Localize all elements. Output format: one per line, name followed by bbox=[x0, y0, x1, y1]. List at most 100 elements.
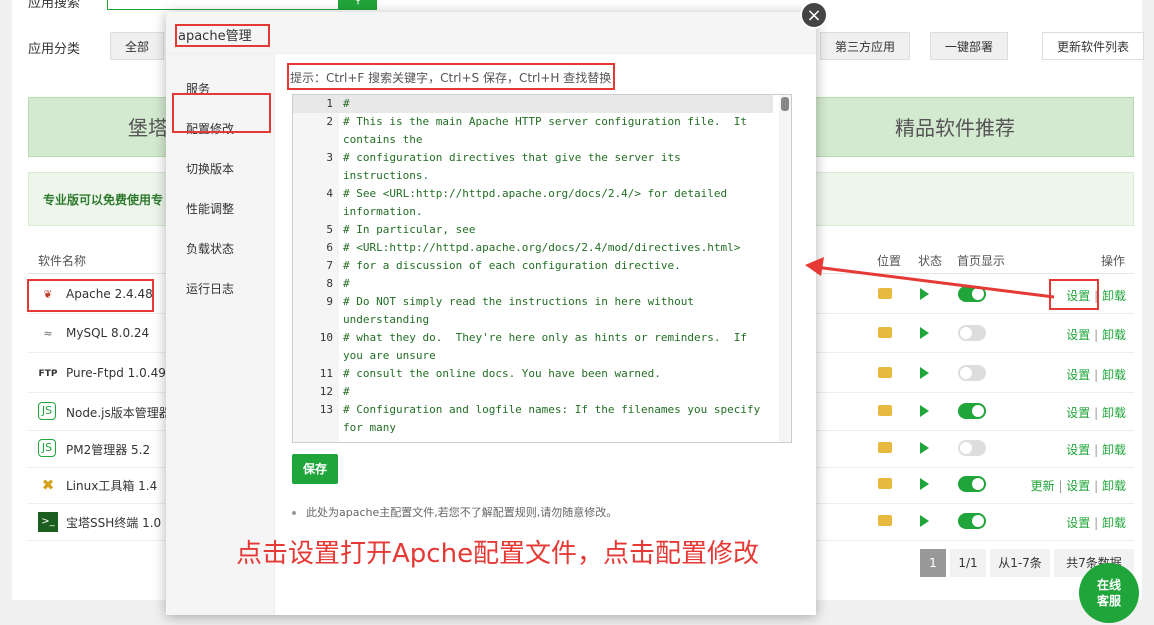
folder-icon[interactable] bbox=[878, 367, 892, 378]
folder-icon[interactable] bbox=[878, 442, 892, 453]
menu-item-logs[interactable]: 运行日志 bbox=[186, 280, 234, 297]
line-code: # bbox=[343, 385, 350, 398]
settings-link[interactable]: 设置 bbox=[1066, 443, 1090, 457]
line-number: 10 bbox=[319, 331, 333, 344]
settings-link[interactable]: 设置 bbox=[1066, 406, 1090, 420]
play-icon[interactable] bbox=[920, 288, 929, 300]
category-thirdparty-button[interactable]: 第三方应用 bbox=[820, 32, 911, 60]
uninstall-link[interactable]: 卸载 bbox=[1102, 479, 1126, 493]
dialog-side-menu: 服务 配置修改 切换版本 性能调整 负载状态 运行日志 bbox=[166, 54, 275, 615]
header-ops: 操作 bbox=[1101, 254, 1126, 268]
uninstall-link[interactable]: 卸载 bbox=[1102, 368, 1126, 382]
line-code: # See <URL:http://httpd.apache.org/docs/… bbox=[343, 187, 734, 218]
uninstall-link[interactable]: 卸载 bbox=[1102, 406, 1126, 420]
editor-scrollbar[interactable] bbox=[779, 95, 791, 442]
line-number: 11 bbox=[319, 367, 333, 380]
settings-link[interactable]: 设置 bbox=[1066, 328, 1090, 342]
homepage-toggle[interactable] bbox=[958, 325, 986, 341]
annotation-box-title bbox=[175, 24, 270, 47]
online-service-button[interactable]: 在线 客服 bbox=[1079, 563, 1139, 623]
chat-line2: 客服 bbox=[1096, 594, 1121, 608]
row-ops: 设置 | 卸载 bbox=[1066, 368, 1126, 382]
uninstall-link[interactable]: 卸载 bbox=[1102, 516, 1126, 530]
bullet-icon bbox=[292, 511, 296, 515]
line-number: 9 bbox=[326, 295, 333, 308]
category-label: 应用分类 bbox=[28, 42, 81, 57]
annotation-box-config bbox=[172, 93, 271, 133]
pager-pages: 1/1 bbox=[950, 549, 986, 577]
line-code: # bbox=[343, 277, 350, 290]
pager-current[interactable]: 1 bbox=[920, 549, 946, 577]
settings-link[interactable]: 设置 bbox=[1066, 516, 1090, 530]
update-link[interactable]: 更新 bbox=[1031, 479, 1055, 493]
line-code: # <URL:http://httpd.apache.org/docs/2.4/… bbox=[343, 241, 741, 254]
line-number: 12 bbox=[319, 385, 333, 398]
menu-item-load-status[interactable]: 负载状态 bbox=[186, 240, 234, 257]
line-code: # Configuration and logfile names: If th… bbox=[343, 403, 767, 434]
editor-line: 13 # Configuration and logfile names: If … bbox=[293, 401, 773, 437]
row-ops: 更新 | 设置 | 卸载 bbox=[1030, 479, 1126, 493]
folder-icon[interactable] bbox=[878, 288, 892, 299]
editor-line: 7 # for a discussion of each configuratio… bbox=[293, 257, 773, 275]
line-code: # Do NOT simply read the instructions in… bbox=[343, 295, 701, 326]
settings-link[interactable]: 设置 bbox=[1066, 368, 1090, 382]
folder-icon[interactable] bbox=[878, 478, 892, 489]
homepage-toggle[interactable] bbox=[958, 403, 986, 419]
line-code: # for a discussion of each configuration… bbox=[343, 259, 681, 272]
tools-icon: ✖ bbox=[41, 476, 55, 494]
save-button[interactable]: 保存 bbox=[292, 454, 338, 484]
folder-icon[interactable] bbox=[878, 405, 892, 416]
settings-link[interactable]: 设置 bbox=[1066, 479, 1090, 493]
category-deploy-button[interactable]: 一键部署 bbox=[930, 32, 1009, 60]
mysql-dolphin-icon: ≈ bbox=[43, 327, 53, 340]
play-icon[interactable] bbox=[920, 327, 929, 339]
play-icon[interactable] bbox=[920, 515, 929, 527]
annotation-box-apache bbox=[27, 279, 154, 312]
editor-line: 4 # See <URL:http://httpd.apache.org/docs… bbox=[293, 185, 773, 221]
uninstall-link[interactable]: 卸载 bbox=[1102, 443, 1126, 457]
line-number: 1 bbox=[326, 97, 333, 110]
ftp-icon: FTP bbox=[38, 369, 58, 379]
config-editor[interactable]: 1 # 2 # This is the main Apache HTTP serve… bbox=[292, 94, 792, 443]
line-number: 4 bbox=[326, 187, 333, 200]
line-code: # consult the online docs. You have been… bbox=[343, 367, 661, 380]
editor-line: 6 # <URL:http://httpd.apache.org/docs/2.4… bbox=[293, 239, 773, 257]
header-name: 软件名称 bbox=[38, 254, 87, 268]
play-icon[interactable] bbox=[920, 367, 929, 379]
editor-line: 5 # In particular, see bbox=[293, 221, 773, 239]
menu-item-performance[interactable]: 性能调整 bbox=[186, 200, 234, 217]
annotation-text: 点击设置打开Apche配置文件，点击配置修改 bbox=[236, 539, 760, 569]
play-icon[interactable] bbox=[920, 478, 929, 490]
homepage-toggle[interactable] bbox=[958, 440, 986, 456]
software-name: Node.js版本管理器 bbox=[66, 406, 171, 420]
folder-icon[interactable] bbox=[878, 515, 892, 526]
homepage-toggle[interactable] bbox=[958, 513, 986, 529]
chat-line1: 在线 bbox=[1096, 578, 1121, 592]
search-input[interactable] bbox=[107, 0, 339, 10]
line-number: 6 bbox=[326, 241, 333, 254]
close-icon[interactable]: × bbox=[800, 1, 828, 29]
scroll-thumb[interactable] bbox=[781, 97, 789, 111]
line-number: 2 bbox=[326, 115, 333, 128]
menu-item-version[interactable]: 切换版本 bbox=[186, 160, 234, 177]
homepage-toggle[interactable] bbox=[958, 476, 986, 492]
uninstall-link[interactable]: 卸载 bbox=[1102, 328, 1126, 342]
header-homepage: 首页显示 bbox=[957, 254, 1006, 268]
line-code: # This is the main Apache HTTP server co… bbox=[343, 115, 754, 146]
banner-right[interactable]: 精品软件推荐 bbox=[776, 97, 1134, 157]
play-icon[interactable] bbox=[920, 442, 929, 454]
play-icon[interactable] bbox=[920, 405, 929, 417]
software-name: 宝塔SSH终端 1.0 bbox=[66, 516, 162, 530]
software-name: PM2管理器 5.2 bbox=[66, 443, 151, 457]
search-icon: ⚲ bbox=[354, 0, 362, 6]
software-name: Linux工具箱 1.4 bbox=[66, 479, 158, 493]
update-list-button[interactable]: 更新软件列表 bbox=[1042, 32, 1145, 60]
category-all-button[interactable]: 全部 bbox=[110, 32, 165, 60]
uninstall-link[interactable]: 卸载 bbox=[1102, 289, 1126, 303]
homepage-toggle[interactable] bbox=[958, 365, 986, 381]
note-text: 此处为apache主配置文件,若您不了解配置规则,请勿随意修改。 bbox=[306, 506, 618, 519]
search-button[interactable]: ⚲ bbox=[339, 0, 377, 10]
editor-line: 11 # consult the online docs. You have be… bbox=[293, 365, 773, 383]
folder-icon[interactable] bbox=[878, 327, 892, 338]
homepage-toggle[interactable] bbox=[958, 286, 986, 302]
